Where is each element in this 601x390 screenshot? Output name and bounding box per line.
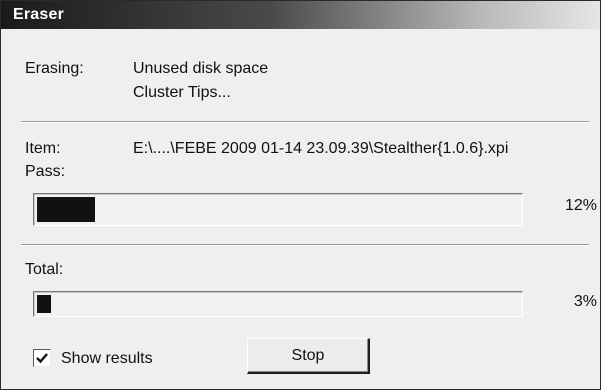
pass-progress-bar: [33, 193, 523, 226]
pass-progress-fill: [37, 197, 95, 222]
show-results-checkbox[interactable]: [33, 349, 51, 367]
pass-percent-text: 12%: [564, 197, 597, 214]
checkmark-icon: [36, 353, 48, 364]
total-percent-text: 3%: [573, 293, 597, 310]
total-progress-fill: [37, 295, 51, 313]
pass-label: Pass:: [25, 163, 66, 180]
total-progress-bar: [33, 291, 523, 317]
window-title: Eraser: [13, 6, 65, 23]
total-label: Total:: [25, 261, 64, 278]
eraser-dialog: Eraser Erasing: Unused disk space Cluste…: [0, 0, 601, 390]
erasing-label: Erasing:: [25, 60, 84, 77]
item-path-text: E:\....\FEBE 2009 01-14 23.09.39\Stealth…: [133, 140, 509, 157]
show-results-label[interactable]: Show results: [61, 349, 153, 369]
separator-top: [21, 121, 589, 123]
erasing-target-text: Unused disk space: [133, 60, 269, 77]
stop-button[interactable]: Stop: [247, 338, 370, 374]
item-label: Item:: [25, 140, 61, 157]
separator-middle: [21, 244, 589, 246]
title-bar[interactable]: Eraser: [1, 1, 600, 29]
erasing-stage-text: Cluster Tips...: [133, 84, 231, 101]
